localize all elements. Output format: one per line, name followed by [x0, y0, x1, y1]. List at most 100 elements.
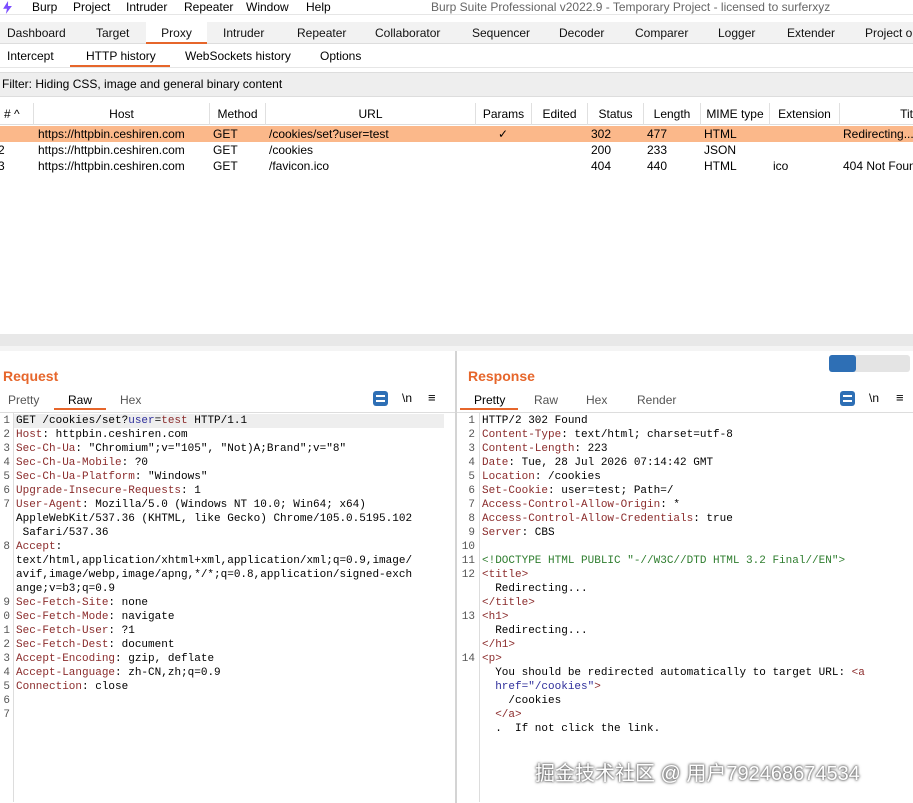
- request-tab-hex[interactable]: Hex: [120, 393, 141, 407]
- code-line: Safari/537.36: [16, 527, 109, 539]
- code-line: Redirecting...: [482, 583, 588, 595]
- response-line-numbers: 1 2 3 4 5 6 7 8 9 10 11 12 13 14: [458, 414, 475, 736]
- menu-window[interactable]: Window: [246, 0, 289, 14]
- cell-host: https://httpbin.ceshiren.com: [38, 159, 185, 173]
- code-line: Host: httpbin.ceshiren.com: [16, 429, 188, 441]
- col-edited[interactable]: Edited: [532, 103, 588, 125]
- request-response-divider[interactable]: [455, 351, 457, 803]
- response-tab-indicator: [460, 408, 518, 410]
- code-line: <title>: [482, 569, 529, 581]
- response-tab-render[interactable]: Render: [637, 393, 676, 407]
- line-number: 5: [468, 471, 475, 483]
- line-number: 14: [461, 653, 475, 665]
- code-line: User-Agent: Mozilla/5.0 (Windows NT 10.0…: [16, 499, 366, 511]
- layout-tabs-icon[interactable]: [883, 355, 910, 372]
- code-line: Redirecting...: [482, 625, 588, 637]
- tab-logger[interactable]: Logger: [718, 22, 755, 44]
- http-history-tab-indicator: [70, 65, 170, 67]
- menu-repeater[interactable]: Repeater: [184, 0, 233, 14]
- cell-number: 3: [0, 159, 5, 173]
- code-line: </title>: [482, 597, 535, 609]
- request-tab-raw[interactable]: Raw: [68, 393, 92, 407]
- code-line: text/html,application/xhtml+xml,applicat…: [16, 555, 413, 567]
- layout-side-by-side-icon[interactable]: [829, 355, 856, 372]
- line-number: [458, 694, 475, 708]
- request-actions-icon[interactable]: [373, 391, 388, 406]
- tab-dashboard[interactable]: Dashboard: [7, 22, 66, 44]
- line-number: 8: [468, 513, 475, 525]
- col-mime-type[interactable]: MIME type: [701, 103, 770, 125]
- layout-toggle-group: [829, 355, 910, 372]
- layout-stacked-icon[interactable]: [856, 355, 883, 372]
- col-extension[interactable]: Extension: [770, 103, 840, 125]
- col-method[interactable]: Method: [210, 103, 266, 125]
- line-number: 8: [3, 541, 10, 553]
- tab-decoder[interactable]: Decoder: [559, 22, 604, 44]
- col-host[interactable]: Host: [34, 103, 210, 125]
- response-newline-toggle[interactable]: \n: [869, 391, 879, 405]
- response-actions-icon[interactable]: [840, 391, 855, 406]
- subtab-websockets-history[interactable]: WebSockets history: [185, 44, 291, 68]
- col-number[interactable]: # ^: [0, 103, 34, 125]
- line-number: 4: [3, 667, 10, 679]
- table-row[interactable]: 2 https://httpbin.ceshiren.com GET /cook…: [0, 142, 913, 158]
- request-tab-pretty[interactable]: Pretty: [8, 393, 39, 407]
- line-number: 13: [461, 611, 475, 623]
- request-gutter: [13, 412, 14, 802]
- menu-intruder[interactable]: Intruder: [126, 0, 167, 14]
- line-number: 3: [3, 443, 10, 455]
- request-menu-icon[interactable]: ≡: [428, 390, 436, 405]
- cell-method: GET: [213, 143, 238, 157]
- code-line: <p>: [482, 653, 502, 665]
- code-line: Location: /cookies: [482, 471, 601, 483]
- cell-method: GET: [213, 127, 238, 141]
- code-line: Content-Type: text/html; charset=utf-8: [482, 429, 733, 441]
- code-line: Sec-Ch-Ua-Mobile: ?0: [16, 457, 149, 469]
- tab-extender[interactable]: Extender: [787, 22, 835, 44]
- line-number: 3: [3, 653, 10, 665]
- col-title[interactable]: Tit: [840, 103, 913, 125]
- response-tab-hex[interactable]: Hex: [586, 393, 607, 407]
- tab-comparer[interactable]: Comparer: [635, 22, 688, 44]
- app-title: Burp Suite Professional v2022.9 - Tempor…: [431, 0, 831, 14]
- menu-help[interactable]: Help: [306, 0, 331, 14]
- code-line: <h1>: [482, 611, 509, 623]
- history-table-header: # ^ Host Method URL Params Edited Status…: [0, 103, 913, 125]
- menu-project[interactable]: Project: [73, 0, 110, 14]
- code-line: href="/cookies">: [495, 681, 601, 693]
- response-tab-raw[interactable]: Raw: [534, 393, 558, 407]
- tab-sequencer[interactable]: Sequencer: [472, 22, 530, 44]
- tab-intruder[interactable]: Intruder: [223, 22, 264, 44]
- table-row[interactable]: 3 https://httpbin.ceshiren.com GET /favi…: [0, 158, 913, 174]
- split-pane-divider[interactable]: [0, 334, 913, 346]
- cell-extension: ico: [773, 159, 789, 173]
- tab-collaborator[interactable]: Collaborator: [375, 22, 440, 44]
- line-number: 1: [468, 415, 475, 427]
- code-line: . If not click the link.: [482, 723, 661, 735]
- filter-bar[interactable]: Filter: Hiding CSS, image and general bi…: [0, 72, 913, 97]
- col-params[interactable]: Params: [476, 103, 532, 125]
- line-number: 4: [3, 457, 10, 469]
- col-length[interactable]: Length: [644, 103, 701, 125]
- code-line: Sec-Ch-Ua: "Chromium";v="105", "Not)A;Br…: [16, 443, 347, 455]
- tab-target[interactable]: Target: [96, 22, 129, 44]
- menubar: Burp Project Intruder Repeater Window He…: [0, 0, 913, 15]
- tab-repeater[interactable]: Repeater: [297, 22, 346, 44]
- tab-project-options[interactable]: Project o: [865, 22, 913, 44]
- menu-burp[interactable]: Burp: [32, 0, 57, 14]
- response-menu-icon[interactable]: ≡: [896, 390, 904, 405]
- cell-status: 404: [591, 159, 612, 173]
- col-status[interactable]: Status: [588, 103, 644, 125]
- table-row[interactable]: https://httpbin.ceshiren.com GET /cookie…: [0, 126, 913, 142]
- main-tabs: Dashboard Target Proxy Intruder Repeater…: [0, 22, 913, 44]
- line-number: 5: [3, 471, 10, 483]
- subtab-intercept[interactable]: Intercept: [7, 44, 54, 68]
- request-editor[interactable]: GET /cookies/set?user=test HTTP/1.1 Host:…: [16, 414, 446, 722]
- subtab-options[interactable]: Options: [320, 44, 361, 68]
- request-title: Request: [3, 368, 59, 384]
- request-newline-toggle[interactable]: \n: [402, 391, 412, 405]
- response-tab-pretty[interactable]: Pretty: [474, 393, 505, 407]
- response-editor[interactable]: HTTP/2 302 Found Content-Type: text/html;…: [482, 414, 912, 736]
- tab-proxy[interactable]: Proxy: [146, 22, 207, 44]
- col-url[interactable]: URL: [266, 103, 476, 125]
